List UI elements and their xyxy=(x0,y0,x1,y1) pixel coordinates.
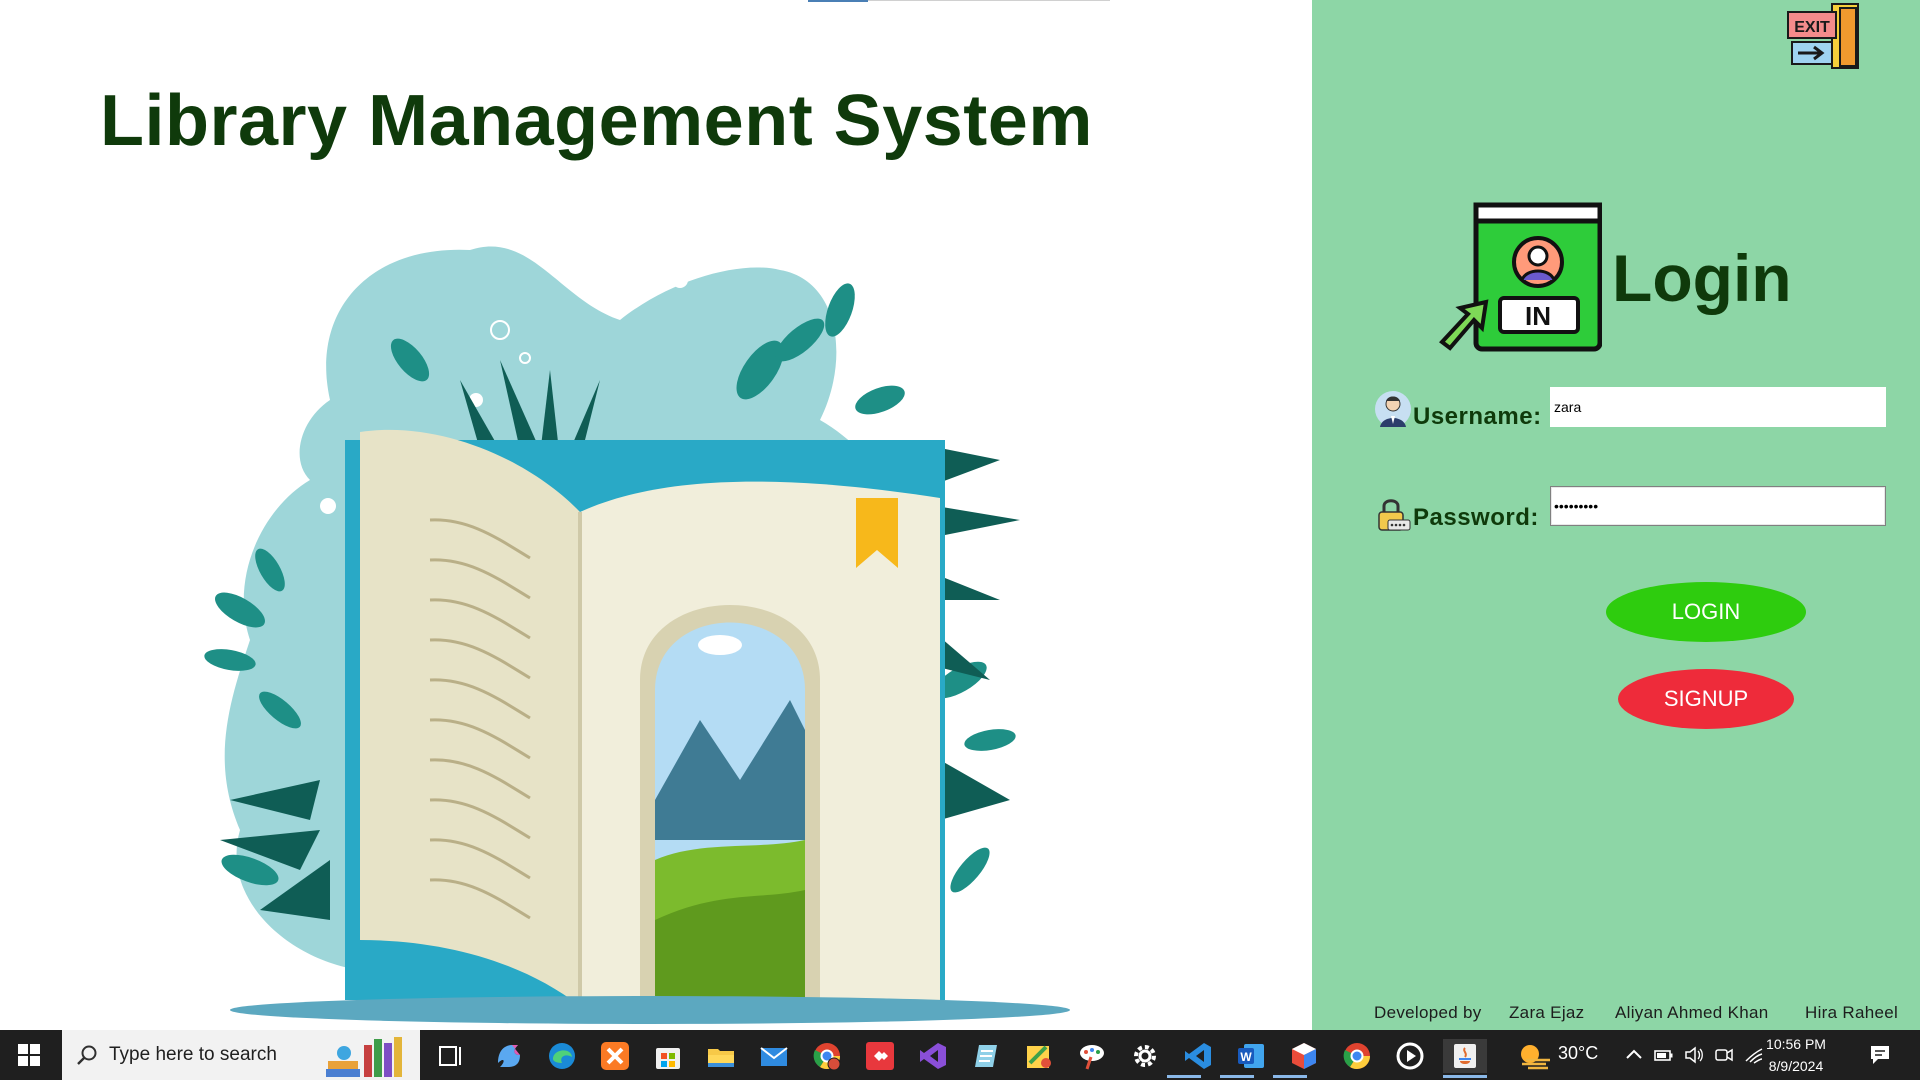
settings-icon[interactable] xyxy=(1128,1039,1162,1073)
paint-tool-icon[interactable] xyxy=(1022,1039,1056,1073)
taskbar-clock[interactable]: 10:56 PM 8/9/2024 xyxy=(1760,1033,1832,1077)
battery-icon[interactable] xyxy=(1654,1045,1674,1065)
chrome-profile-icon[interactable] xyxy=(810,1039,844,1073)
notepad-icon[interactable] xyxy=(969,1039,1003,1073)
chrome-icon[interactable] xyxy=(1340,1039,1374,1073)
cube-running-indicator xyxy=(1273,1075,1307,1078)
login-button[interactable]: LOGIN xyxy=(1606,582,1806,642)
search-icon xyxy=(77,1045,97,1065)
word-icon[interactable]: W xyxy=(1234,1039,1268,1073)
login-heading: Login xyxy=(1612,241,1792,315)
clock-time: 10:56 PM xyxy=(1766,1036,1826,1052)
search-placeholder: Type here to search xyxy=(109,1044,277,1065)
password-input[interactable] xyxy=(1550,486,1886,526)
camera-icon[interactable] xyxy=(1714,1045,1734,1065)
clock-date: 8/9/2024 xyxy=(1768,1058,1824,1074)
svg-text:W: W xyxy=(1240,1050,1252,1064)
credits-developer-1: Zara Ejaz xyxy=(1509,1003,1585,1022)
vscode-running-indicator xyxy=(1167,1075,1201,1078)
word-running-indicator xyxy=(1220,1075,1254,1078)
window-top-accent xyxy=(808,0,868,2)
xampp-icon[interactable] xyxy=(598,1039,632,1073)
media-player-icon[interactable] xyxy=(1393,1039,1427,1073)
notification-icon[interactable] xyxy=(1868,1043,1892,1067)
chevron-up-icon[interactable] xyxy=(1624,1045,1644,1065)
edge-icon[interactable] xyxy=(545,1039,579,1073)
store-icon[interactable] xyxy=(651,1039,685,1073)
user-avatar-icon xyxy=(1375,391,1411,427)
anydesk-icon[interactable] xyxy=(863,1039,897,1073)
username-label: Username: xyxy=(1413,403,1542,430)
paint-brush-icon[interactable] xyxy=(1075,1039,1109,1073)
credits-developed-by: Developed by xyxy=(1374,1003,1482,1022)
visual-studio-icon[interactable] xyxy=(916,1039,950,1073)
signup-button[interactable]: SIGNUP xyxy=(1618,669,1794,729)
password-label: Password: xyxy=(1413,504,1539,531)
exit-button[interactable]: EXIT xyxy=(1786,2,1862,72)
volume-icon[interactable] xyxy=(1684,1045,1704,1065)
credits-developer-3: Hira Raheel xyxy=(1805,1003,1899,1022)
taskbar-search-box[interactable]: Type here to search xyxy=(62,1030,420,1080)
weather-temperature[interactable]: 30°C xyxy=(1558,1043,1598,1064)
window-top-line xyxy=(868,0,1110,1)
login-logo-icon: IN xyxy=(1439,202,1602,352)
file-explorer-icon[interactable] xyxy=(704,1039,738,1073)
lock-icon xyxy=(1378,499,1411,531)
mail-icon[interactable] xyxy=(757,1039,791,1073)
taskbar: Type here to search W 30°C 10:56 PM 8/9/… xyxy=(0,1030,1920,1080)
exit-sign-text: EXIT xyxy=(1794,19,1830,36)
java-icon[interactable] xyxy=(1443,1039,1487,1073)
username-input[interactable] xyxy=(1550,387,1886,427)
login-logo-badge: IN xyxy=(1525,301,1551,331)
credits-developer-2: Aliyan Ahmed Khan xyxy=(1615,1003,1769,1022)
vscode-icon[interactable] xyxy=(1181,1039,1215,1073)
open-book-illustration xyxy=(204,246,1070,1024)
cube-app-icon[interactable] xyxy=(1287,1039,1321,1073)
copilot-icon[interactable] xyxy=(492,1039,526,1073)
left-panel: Library Management System xyxy=(0,0,1312,1030)
windows-start-icon[interactable] xyxy=(0,1030,58,1080)
task-view-icon[interactable] xyxy=(434,1039,468,1073)
app-title: Library Management System xyxy=(100,81,1093,161)
java-running-indicator xyxy=(1443,1075,1487,1078)
weather-icon[interactable] xyxy=(1516,1042,1552,1070)
books-icon xyxy=(326,1037,402,1077)
